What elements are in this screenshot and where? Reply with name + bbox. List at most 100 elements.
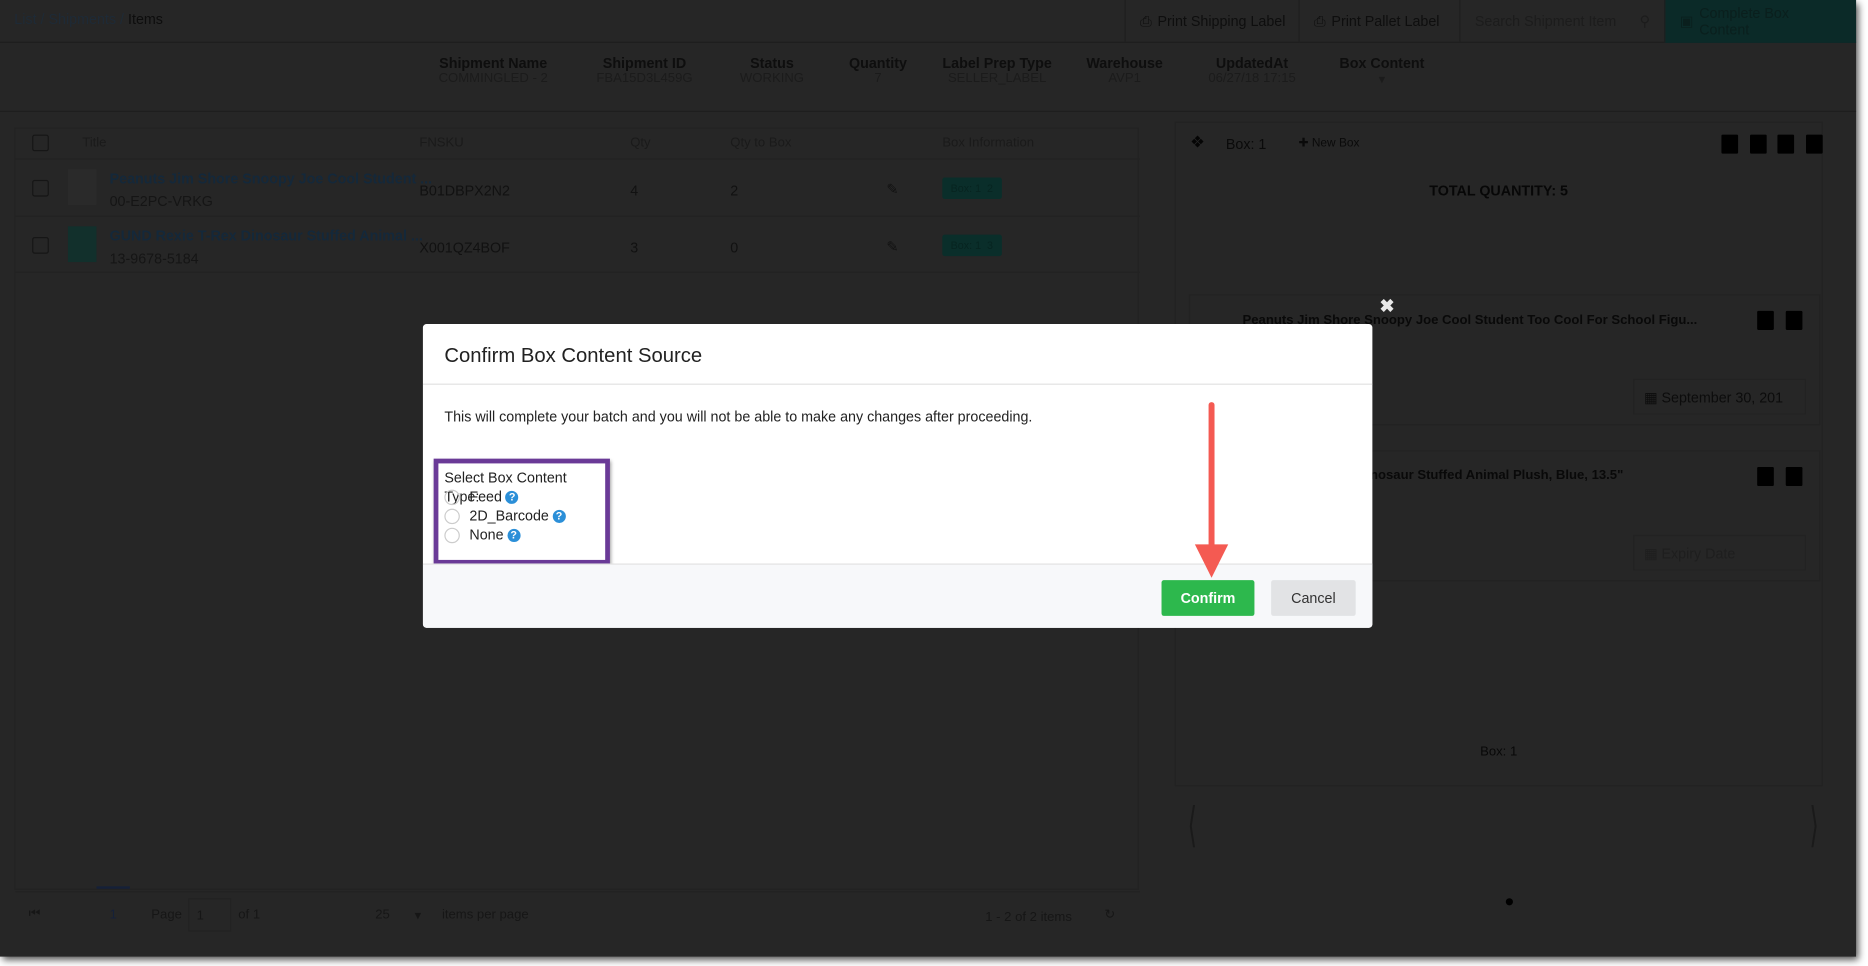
product-thumbnail [67, 169, 97, 205]
option-feed[interactable]: Feed? [444, 487, 599, 506]
help-icon[interactable]: ? [507, 529, 521, 543]
date-input[interactable]: ▦ September 30, 201 [1633, 378, 1807, 415]
info-label: Warehouse [1086, 54, 1163, 72]
option-label: None [469, 526, 504, 544]
page-input[interactable]: 1 [188, 898, 232, 932]
complete-box-content-button[interactable]: ▣ Complete Box Content [1664, 0, 1857, 43]
printer-icon[interactable] [1757, 310, 1774, 330]
info-value: SELLER_LABEL [947, 71, 1047, 86]
search-input[interactable]: Search Shipment Item ⚲ [1459, 0, 1664, 43]
col-qty-to-box[interactable]: Qty to Box [730, 129, 791, 159]
info-label: Shipment ID [602, 54, 687, 72]
qty: 3 [630, 239, 639, 257]
close-icon[interactable]: ✖ [1380, 295, 1395, 317]
trash-icon[interactable] [1785, 310, 1803, 330]
search-placeholder: Search Shipment Item [1474, 13, 1617, 30]
box-badge-qty: 3 [987, 239, 994, 252]
radio-feed[interactable] [444, 490, 460, 506]
option-label: 2D_Barcode [469, 507, 549, 525]
select-label: Select Box Content Type: [444, 469, 567, 506]
search-icon[interactable]: ⚲ [1639, 13, 1649, 30]
col-title[interactable]: Title [82, 129, 106, 159]
info-quantity: Quantity 7 [830, 55, 925, 86]
pencil-icon[interactable]: ✎ [886, 238, 898, 255]
printer-icon[interactable] [1750, 134, 1767, 154]
info-value: FBA15D3L459G [596, 71, 693, 86]
copy-icon[interactable] [1806, 134, 1823, 154]
first-page-icon[interactable]: ⏮ [29, 907, 41, 922]
info-value: AVP1 [1108, 71, 1141, 86]
col-qty[interactable]: Qty [630, 129, 650, 159]
row-checkbox[interactable] [32, 237, 49, 254]
box-content-dropdown[interactable]: Box Content ▾ [1328, 55, 1435, 87]
expiry-date-input[interactable]: ▦ Expiry Date [1633, 534, 1807, 571]
chevron-down-icon[interactable]: ▾ [415, 908, 422, 923]
pencil-icon[interactable]: ✎ [886, 181, 898, 198]
row-checkbox[interactable] [32, 179, 49, 197]
info-warehouse: Warehouse AVP1 [1077, 55, 1172, 86]
carousel-prev-icon[interactable]: ⟨ [1188, 798, 1197, 853]
per-page-select[interactable]: 25 [375, 908, 390, 922]
print-pallet-label: Print Pallet Label [1331, 13, 1440, 30]
cancel-button[interactable]: Cancel [1271, 580, 1356, 616]
table-row: GUND Rexie T-Rex Dinosaur Stuffed Animal… [15, 215, 1141, 273]
col-fnsku[interactable]: FNSKU [419, 129, 463, 159]
info-shipment-name: Shipment Name COMMINGLED - 2 [434, 55, 553, 86]
option-label: Feed [469, 488, 502, 506]
qty: 4 [630, 182, 639, 199]
col-box-information: Box Information [942, 135, 1035, 151]
fnsku: B01DBPX2N2 [419, 182, 510, 199]
trash-icon[interactable] [1785, 466, 1803, 487]
info-label-prep-type: Label Prep Type SELLER_LABEL [938, 55, 1057, 86]
info-label: Box Content [1339, 54, 1425, 72]
save-icon: ▣ [1679, 13, 1694, 30]
page-label: Page [151, 907, 182, 923]
info-shipment-id: Shipment ID FBA15D3L459G [585, 55, 704, 86]
print-pallet-label-button[interactable]: ⎙ Print Pallet Label [1298, 0, 1454, 43]
product-title-link[interactable]: Peanuts Jim Shore Snoopy Joe Cool Studen… [110, 170, 432, 187]
option-2d-barcode[interactable]: 2D_Barcode? [444, 506, 599, 525]
refresh-icon[interactable]: ↻ [1104, 907, 1115, 922]
annotation-arrow-icon [1194, 402, 1229, 578]
info-updated-at: UpdatedAt 06/27/18 17:15 [1192, 55, 1311, 86]
chevron-down-icon: ▾ [1378, 72, 1386, 87]
info-value: WORKING [739, 71, 804, 86]
new-box-button[interactable]: ✚ New Box [1299, 137, 1360, 150]
help-icon[interactable]: ? [552, 510, 566, 524]
option-none[interactable]: None? [444, 525, 599, 544]
printer-icon[interactable] [1757, 466, 1774, 487]
info-value: COMMINGLED - 2 [438, 71, 548, 86]
app-window: List / Shipments / Items ⎙ Print Shipping… [0, 0, 1857, 957]
per-page-label: items per page [441, 907, 529, 923]
select-all-checkbox[interactable] [32, 134, 49, 152]
print-shipping-label-button[interactable]: ⎙ Print Shipping Label [1124, 0, 1300, 43]
info-label: Quantity [848, 54, 907, 72]
product-title-link[interactable]: GUND Rexie T-Rex Dinosaur Stuffed Animal… [110, 228, 423, 245]
info-value: 7 [874, 71, 882, 86]
radio-none[interactable] [444, 528, 460, 544]
carousel-next-icon[interactable]: ⟩ [1809, 798, 1818, 853]
product-thumbnail [67, 226, 97, 263]
print-shipping-label: Print Shipping Label [1157, 13, 1286, 30]
modal-title: Confirm Box Content Source [444, 344, 703, 367]
page-number[interactable]: 1 [110, 908, 117, 922]
trash-icon[interactable] [1721, 134, 1739, 154]
pagination: ⏮ 1 Page 1 of 1 25 ▾ items per page 1 - … [14, 891, 1139, 939]
info-label: UpdatedAt [1215, 54, 1289, 72]
carousel-dot[interactable] [1505, 898, 1513, 906]
barcode-icon[interactable] [1777, 134, 1795, 154]
breadcrumb-current: Items [128, 10, 163, 28]
box-tab[interactable]: Box: 1 [1226, 136, 1267, 153]
box-item-title: Dinosaur Stuffed Animal Plush, Blue, 13.… [1356, 468, 1624, 483]
breadcrumb-shipments[interactable]: Shipments [49, 11, 117, 28]
info-label: Shipment Name [439, 54, 548, 72]
box-badge[interactable]: Box: 1 2 [942, 177, 1002, 199]
box-badge[interactable]: Box: 1 3 [942, 234, 1002, 257]
help-icon[interactable]: ? [505, 491, 519, 505]
box-footer-label: Box: 1 [1480, 744, 1518, 759]
box-badge-label: Box: 1 [950, 239, 982, 252]
radio-2d-barcode[interactable] [444, 509, 460, 525]
page-indicator [96, 886, 130, 889]
breadcrumb-list[interactable]: List [14, 11, 36, 28]
box-badge-qty: 2 [987, 182, 994, 195]
